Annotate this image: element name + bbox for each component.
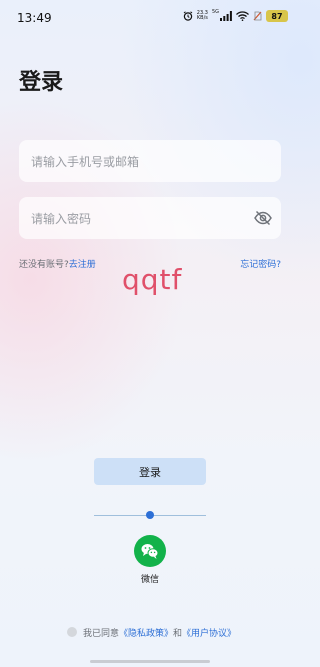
status-time: 13:49 (17, 11, 52, 25)
network-type-label: 5G (211, 8, 219, 15)
home-indicator[interactable] (90, 660, 210, 663)
eye-off-icon[interactable] (253, 208, 273, 228)
wechat-icon (141, 544, 159, 559)
watermark-text: qqtf (122, 263, 183, 296)
user-agreement-link[interactable]: 《用户协议》 (182, 626, 236, 639)
wechat-login-button[interactable] (134, 535, 166, 567)
page-title: 登录 (19, 70, 64, 95)
agreement-row: 我已同意 《隐私政策》 和 《用户协议》 (67, 625, 236, 639)
alarm-icon (183, 11, 193, 21)
wifi-icon (236, 11, 249, 21)
status-icons: 23.3 KB/s 5G 87 (183, 8, 288, 22)
cellular-signal-icon: 5G (211, 8, 232, 21)
battery-level: 87 (271, 11, 283, 21)
no-sim-icon (253, 11, 262, 21)
battery-icon: 87 (266, 10, 288, 22)
phone-email-input[interactable] (29, 140, 253, 184)
password-input[interactable] (29, 197, 253, 241)
no-account-text: 还没有账号? (19, 260, 69, 270)
net-speed: 23.3 KB/s (197, 11, 208, 21)
status-bar: 13:49 23.3 KB/s 5G 87 (0, 0, 300, 36)
divider-dot (146, 511, 154, 519)
wechat-label: 微信 (140, 575, 159, 585)
password-field[interactable] (19, 197, 281, 241)
privacy-policy-link[interactable]: 《隐私政策》 (119, 626, 173, 639)
agreement-prefix: 我已同意 (83, 628, 120, 639)
net-speed-unit: KB/s (196, 15, 208, 21)
login-button[interactable]: 登录 (94, 458, 206, 485)
agreement-checkbox[interactable] (67, 627, 77, 637)
register-link[interactable]: 去注册 (69, 260, 96, 270)
forgot-password-link[interactable]: 忘记密码? (240, 257, 281, 270)
phone-email-field[interactable] (19, 140, 281, 184)
agreement-and: 和 (173, 628, 183, 639)
